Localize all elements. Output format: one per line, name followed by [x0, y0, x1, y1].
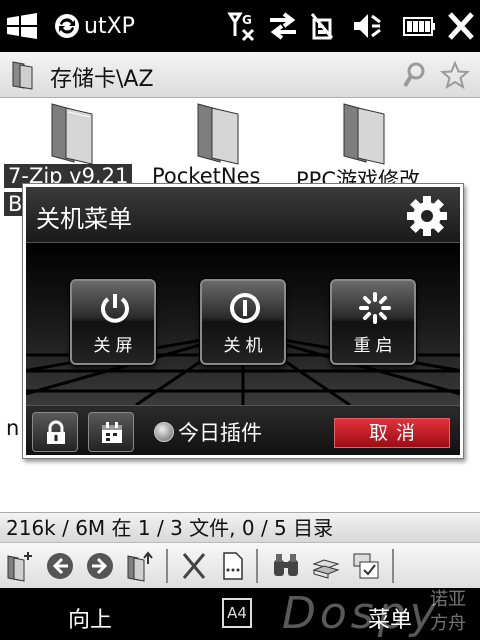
status-line: 216k / 6M 在 1 / 3 文件, 0 / 5 目录 — [0, 512, 480, 542]
folder-icon — [197, 103, 239, 165]
windows-start-icon[interactable] — [4, 10, 40, 42]
watermark: Dospy — [282, 588, 440, 639]
app-title[interactable]: utXP — [52, 10, 135, 42]
connectivity-icon[interactable] — [306, 10, 340, 42]
battery-icon[interactable] — [402, 10, 436, 42]
screen-off-icon — [101, 294, 129, 323]
data-transfer-icon[interactable] — [266, 10, 300, 42]
today-plugin-radio[interactable] — [154, 422, 174, 442]
restart-button[interactable]: 重启 — [330, 279, 416, 365]
restart-label: 重启 — [353, 336, 398, 356]
dialog-stage: 关屏 关机 重启 — [26, 243, 460, 405]
watermark-cn: 诺亚方舟 — [430, 589, 466, 634]
paste-icon[interactable] — [350, 550, 382, 582]
dialog-body: 关机菜单 关屏 关机 重启 今日插件 取消 — [26, 187, 460, 455]
folder-icon — [343, 103, 385, 165]
softkey-bar: Dospy 诺亚方舟 向上 A4 菜单 — [0, 588, 480, 640]
svg-text:G: G — [242, 13, 252, 27]
toolbar-separator — [166, 549, 168, 583]
folder-icon — [12, 61, 33, 90]
power-off-button[interactable]: 关机 — [200, 279, 286, 365]
app-title-text: utXP — [84, 13, 135, 39]
calendar-icon — [102, 422, 122, 443]
toolbar — [0, 542, 480, 588]
cut-icon[interactable] — [178, 550, 210, 582]
copy-icon[interactable] — [310, 550, 342, 582]
calendar-button[interactable] — [88, 412, 134, 452]
rename-icon[interactable] — [216, 550, 248, 582]
dialog-header: 关机菜单 — [26, 187, 460, 243]
cancel-button[interactable]: 取消 — [334, 418, 450, 448]
toolbar-separator — [392, 549, 394, 583]
right-softkey[interactable]: 菜单 — [368, 602, 412, 634]
file-item[interactable]: PPC游戏修改 — [294, 98, 464, 192]
screen-off-label: 关屏 — [93, 336, 138, 356]
today-plugin-label[interactable]: 今日插件 — [178, 417, 262, 447]
restart-icon — [359, 292, 391, 324]
new-folder-icon[interactable] — [4, 550, 36, 582]
close-icon[interactable] — [444, 10, 478, 42]
toolbar-separator — [256, 549, 258, 583]
find-icon[interactable] — [270, 550, 302, 582]
file-item[interactable]: PocketNes — [150, 98, 290, 188]
search-icon[interactable] — [402, 61, 428, 89]
file-name: n — [6, 416, 20, 440]
left-softkey[interactable]: 向上 — [68, 602, 112, 634]
input-method-icon[interactable]: A4 — [222, 598, 252, 628]
up-folder-icon[interactable] — [124, 550, 156, 582]
signal-icon[interactable]: G — [226, 10, 260, 42]
status-bar: utXP G — [0, 0, 480, 52]
lock-icon — [47, 420, 65, 444]
lock-button[interactable] — [32, 412, 78, 452]
gear-icon[interactable] — [404, 193, 450, 239]
folder-icon — [51, 103, 93, 165]
back-icon[interactable] — [44, 550, 76, 582]
forward-icon[interactable] — [84, 550, 116, 582]
power-off-label: 关机 — [223, 336, 268, 356]
star-icon[interactable] — [440, 61, 470, 89]
volume-mute-icon[interactable] — [350, 10, 384, 42]
file-item[interactable]: n — [0, 416, 22, 446]
screen-off-button[interactable]: 关屏 — [70, 279, 156, 365]
screen: utXP G 存储卡\AZ 7-Zip v9.21 B PocketNes PP… — [0, 0, 480, 640]
dialog-footer: 今日插件 取消 — [26, 405, 460, 455]
current-path[interactable]: 存储卡\AZ — [50, 61, 154, 93]
path-bar: 存储卡\AZ — [0, 52, 480, 98]
dialog-title: 关机菜单 — [36, 205, 132, 233]
sync-icon — [55, 14, 79, 38]
shutdown-dialog: 关机菜单 关屏 关机 重启 今日插件 取消 — [22, 183, 464, 459]
power-off-icon — [230, 293, 260, 323]
